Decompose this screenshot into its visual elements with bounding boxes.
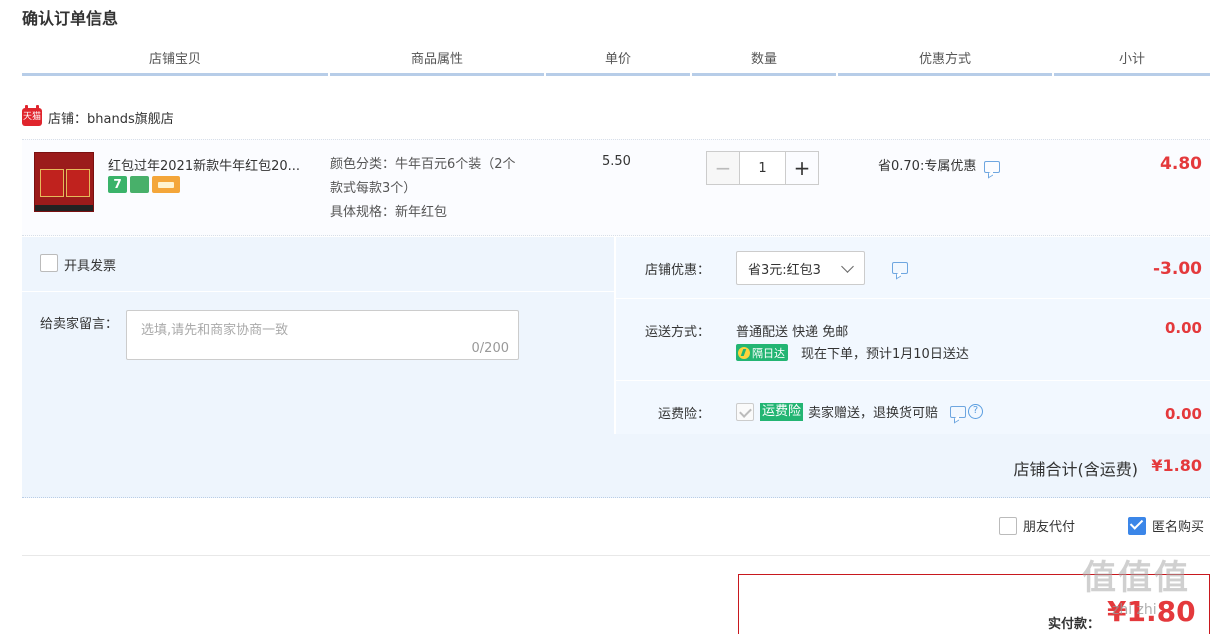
watermark-text: zhi zhi [1112,602,1157,618]
insurance-amount: 0.00 [1164,405,1202,423]
delivery-label: 运送方式： [644,325,710,340]
gift-icon[interactable] [130,176,149,193]
insurance-text: 卖家赠送，退换货可赔 [808,406,939,421]
unit-price: 5.50 [602,154,631,169]
column-header: 店铺宝贝 商品属性 单价 数量 优惠方式 小计 [22,50,1210,76]
col-quantity: 数量 [692,50,836,76]
anonymous-label[interactable]: 匿名购买 [1152,516,1204,535]
message-label: 给卖家留言： [40,317,119,332]
shop-coupon-amount: -3.00 [1153,259,1202,279]
message-counter: 0/200 [471,341,509,356]
col-attributes: 商品属性 [330,50,544,76]
lightning-icon [738,346,750,359]
anonymous-checkbox[interactable] [1128,516,1146,535]
friend-pay-checkbox[interactable] [999,516,1017,535]
comment-icon[interactable] [950,405,967,418]
qty-decrease-button[interactable]: − [706,151,740,185]
shop-total-bar: 店铺合计(含运费) ¥1.80 [22,434,1210,498]
anonymous-option[interactable]: 匿名购买 [1128,516,1204,535]
insurance-label: 运费险： [657,407,710,422]
watermark-logo: 值值值 [1082,558,1190,598]
product-thumbnail[interactable] [34,152,94,212]
tmall-icon: 天猫 [22,105,42,126]
insurance-checkbox[interactable] [736,402,754,421]
delivery-estimate: 隔日达 现在下单，预计1月10日送达 [736,343,969,362]
delivery-method: 普通配送 快递 免邮 [736,325,849,340]
attr-color-cont: 款式每款3个） [330,181,417,196]
col-discount: 优惠方式 [838,50,1052,76]
attr-spec: 具体规格：新年红包 [330,205,448,220]
shop-name[interactable]: 店铺：bhands旗舰店 [48,108,174,127]
delivery-amount: 0.00 [1164,319,1202,337]
col-unit-price: 单价 [546,50,690,76]
friend-pay-label[interactable]: 朋友代付 [1023,516,1075,535]
shop-total-label: 店铺合计(含运费) [1013,460,1139,479]
shop-summary-panel: 店铺优惠： 省3元:红包3 -3.00 运送方式： 普通配送 快递 免邮 隔日达… [616,237,1210,434]
help-icon[interactable]: ? [968,404,984,419]
next-day-badge: 隔日达 [736,344,788,361]
page-title: 确认订单信息 [22,9,119,28]
comment-icon[interactable] [892,262,908,274]
shop-coupon-label: 店铺优惠： [644,263,710,278]
divider [22,555,1210,556]
seven-day-return-icon[interactable]: 7 [108,176,127,193]
friend-pay-option[interactable]: 朋友代付 [999,516,1075,535]
invoice-checkbox[interactable] [40,254,58,272]
shop-row: 天猫 店铺：bhands旗舰店 [22,105,174,128]
delivery-eta: 现在下单，预计1月10日送达 [801,347,969,362]
message-input[interactable]: 选填,请先和商家协商一致 0/200 [126,310,519,360]
qty-increase-button[interactable]: + [785,151,819,185]
promo-info: 省0.70:专属优惠 [878,155,1001,174]
attr-color: 颜色分类：牛年百元6个装（2个 [330,157,516,172]
payment-label: 实付款： [1048,617,1101,632]
comment-icon[interactable] [984,160,1001,173]
chevron-down-icon [841,260,854,273]
qty-input[interactable]: 1 [740,151,785,185]
item-subtotal: 4.80 [1160,154,1202,174]
service-badges: 7 [108,176,180,193]
shop-coupon-select[interactable]: 省3元:红包3 [736,251,865,285]
invoice-label[interactable]: 开具发票 [64,255,116,274]
buyer-options-panel: 开具发票 给卖家留言： 选填,请先和商家协商一致 0/200 [22,237,614,434]
insurance-row: 运费险 卖家赠送，退换货可赔 ? [736,402,984,421]
order-item: 红包过年2021新款牛年红包20... 7 颜色分类：牛年百元6个装（2个 款式… [22,139,1210,236]
promo-text: 省0.70:专属优惠 [878,159,977,174]
insurance-badge: 运费险 [760,402,804,421]
product-attributes: 颜色分类：牛年百元6个装（2个 款式每款3个） 具体规格：新年红包 [330,153,550,225]
message-placeholder: 选填,请先和商家协商一致 [141,323,289,338]
product-title[interactable]: 红包过年2021新款牛年红包20... [108,155,322,174]
quantity-stepper: − 1 + [706,151,819,185]
credit-card-icon[interactable] [152,176,180,193]
shop-total-value: ¥1.80 [1151,456,1202,475]
col-shop-item: 店铺宝贝 [22,50,328,76]
col-subtotal: 小计 [1054,50,1210,76]
shop-coupon-value: 省3元:红包3 [748,262,821,278]
